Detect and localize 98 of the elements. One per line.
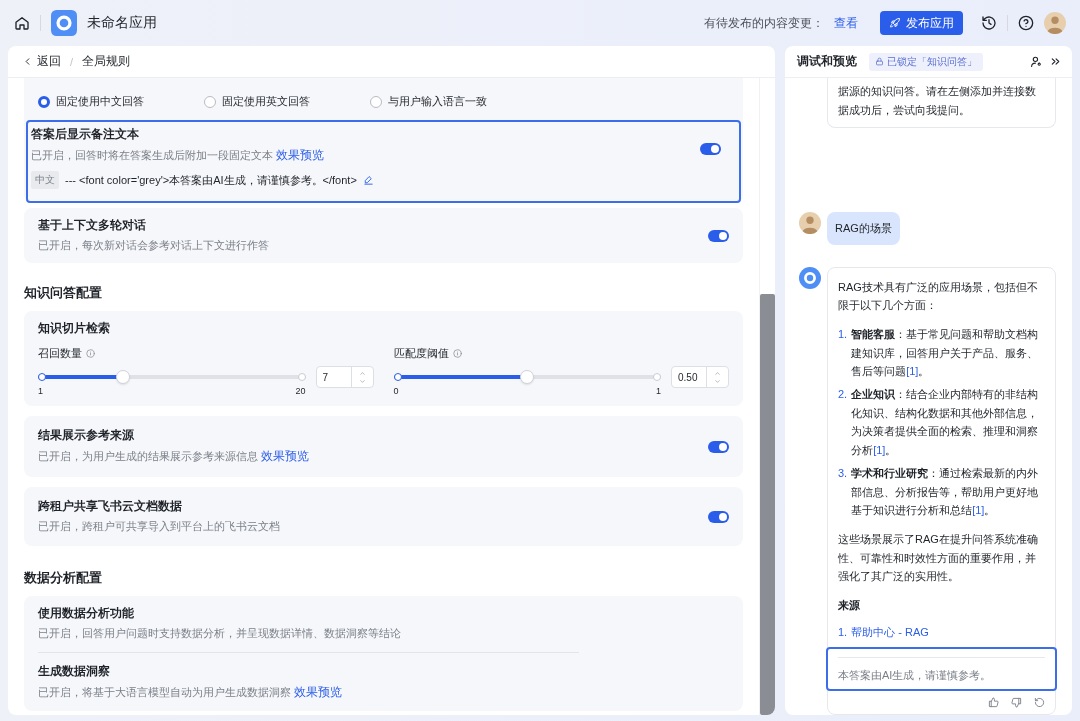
slider-handle[interactable]	[115, 370, 130, 384]
info-icon	[86, 349, 95, 358]
toggle-switch[interactable]	[708, 510, 729, 523]
note-text: --- <font color='grey'>本答案由AI生成，请谨慎参考。</font>	[65, 172, 357, 188]
page-title: 全局规则	[82, 53, 131, 70]
history-button[interactable]	[981, 15, 997, 31]
slider-end-dot	[297, 373, 306, 381]
language-radio[interactable]: 与用户输入语言一致	[370, 94, 741, 109]
view-link[interactable]: 查看	[834, 14, 858, 32]
sources-heading: 来源	[838, 597, 861, 613]
list-number: 3.	[838, 465, 848, 481]
toggle-switch[interactable]	[708, 440, 729, 453]
slider-start-dot	[393, 373, 402, 381]
description: 已开启，为用户生成的结果展示参考来源信息	[38, 450, 258, 462]
lock-badge: 已锁定「知识问答」	[869, 52, 983, 71]
description: 已开启，跨租户可共享导入到平台上的飞书云文档	[38, 520, 280, 532]
bot-message: 据源的知识问答。请在左侧添加并连接数据成功后，尝试向我提问。	[827, 78, 1056, 129]
description: 已开启，每次新对话会参考对话上下文进行作答	[38, 239, 269, 251]
description: 已开启，将基于大语言模型自动为用户生成数据洞察	[38, 686, 291, 698]
list-number: 1.	[838, 624, 848, 640]
user-avatar	[799, 211, 821, 234]
app-logo	[51, 10, 77, 36]
breadcrumb-separator: /	[70, 55, 74, 68]
citation-link[interactable]: [1]	[906, 365, 919, 378]
collapse-button[interactable]	[1049, 55, 1062, 68]
chevron-down-icon	[358, 377, 366, 385]
description: 已开启，回答时将在答案生成后附加一段固定文本	[31, 149, 273, 161]
slider-handle[interactable]	[520, 370, 535, 384]
setting-title: 答案后显示备注文本	[31, 127, 140, 142]
setting-title: 结果展示参考来源	[38, 428, 135, 443]
app-name: 未命名应用	[87, 14, 157, 32]
citation-link[interactable]: [1]	[972, 504, 985, 517]
toggle-switch[interactable]	[700, 143, 721, 155]
answer-note: 本答案由AI生成，请谨慎参考。	[838, 668, 993, 684]
user-settings-button[interactable]	[1030, 55, 1043, 68]
chevron-down-icon	[714, 377, 721, 385]
bot-avatar	[799, 266, 821, 289]
setting-title: 知识切片检索	[38, 321, 111, 336]
publish-button[interactable]: 发布应用	[880, 11, 963, 35]
answer-intro: RAG技术具有广泛的应用场景，包括但不限于以下几个方面：	[838, 279, 1039, 314]
list-item-text: 智能客服：基于常见问题和帮助文档构建知识库，回答用户关于产品、服务、售后等问题[1]。	[851, 327, 1040, 380]
user-gear-icon	[1030, 55, 1043, 68]
home-button[interactable]	[14, 15, 30, 31]
preview-link[interactable]: 效果预览	[261, 449, 310, 463]
toggle-switch[interactable]	[708, 229, 729, 242]
slider-max: 20	[295, 386, 306, 396]
slider-max: 1	[656, 386, 661, 396]
lock-icon	[875, 57, 884, 66]
like-button[interactable]	[988, 697, 999, 708]
language-radio[interactable]: 固定使用英文回答	[204, 94, 370, 109]
citation-link[interactable]: [1]	[873, 444, 886, 457]
preview-link[interactable]: 效果预览	[294, 685, 343, 699]
description: 已开启，回答用户问题时支持数据分析，并呈现数据详情、数据洞察等结论	[38, 627, 401, 639]
list-number: 2.	[838, 387, 848, 403]
thumbs-down-icon	[1011, 697, 1022, 708]
number-input[interactable]: 7	[315, 366, 374, 388]
setting-title: 使用数据分析功能	[38, 606, 135, 621]
back-link[interactable]: 返回	[22, 53, 61, 70]
refresh-icon	[1034, 697, 1045, 708]
edit-button[interactable]	[362, 174, 374, 186]
setting-title: 基于上下文多轮对话	[38, 218, 147, 233]
setting-title: 跨租户共享飞书云文档数据	[38, 499, 183, 514]
regenerate-button[interactable]	[1034, 697, 1045, 708]
double-chevron-right-icon	[1049, 55, 1062, 68]
user-message: RAG的场景	[827, 211, 900, 245]
info-icon	[452, 349, 462, 358]
pending-changes-label: 有待发布的内容变更：	[704, 14, 824, 32]
list-number: 1.	[838, 327, 848, 342]
slider-end-dot	[653, 373, 661, 381]
slider-start-dot	[38, 373, 46, 381]
language-tag: 中文	[31, 171, 59, 189]
history-icon	[981, 15, 997, 31]
user-avatar	[1044, 12, 1066, 34]
slider-label: 匹配度阈值	[393, 346, 449, 361]
panel-title: 调试和预览	[797, 54, 857, 69]
section-title: 知识问答配置	[24, 285, 103, 302]
number-input[interactable]: 0.50	[671, 366, 729, 388]
scrollbar-thumb[interactable]	[760, 294, 775, 715]
list-item-text: 学术和行业研究：通过检索最新的内外部信息、分析报告等，帮助用户更好地基于知识进行分析和总结[1]。	[851, 465, 1040, 519]
dislike-button[interactable]	[1011, 697, 1022, 708]
answer-conclusion: 这些场景展示了RAG在提升问答系统准确性、可靠性和时效性方面的重要作用，并强化了其广泛的实用性。	[838, 531, 1039, 585]
chevron-up-icon	[358, 369, 366, 377]
language-radio[interactable]: 固定使用中文回答	[38, 94, 204, 109]
preview-link[interactable]: 效果预览	[276, 148, 325, 162]
slider-label: 召回数量	[38, 346, 82, 361]
slider-min: 0	[393, 386, 399, 396]
slider-min: 1	[38, 386, 43, 396]
help-icon	[1018, 15, 1034, 31]
edit-icon	[362, 174, 374, 186]
list-item-text: 企业知识：结合企业内部特有的非结构化知识、结构化数据和其他外部信息，为决策者提供全面的检索、推理和洞察分析[1]。	[851, 387, 1040, 459]
home-icon	[14, 15, 30, 31]
chevron-up-icon	[714, 369, 721, 377]
setting-title: 生成数据洞察	[38, 664, 111, 679]
section-title: 数据分析配置	[24, 570, 103, 587]
rocket-icon	[889, 17, 901, 29]
help-button[interactable]	[1018, 15, 1034, 31]
thumbs-up-icon	[988, 697, 999, 708]
source-link[interactable]: 帮助中心 - RAG	[851, 622, 929, 642]
